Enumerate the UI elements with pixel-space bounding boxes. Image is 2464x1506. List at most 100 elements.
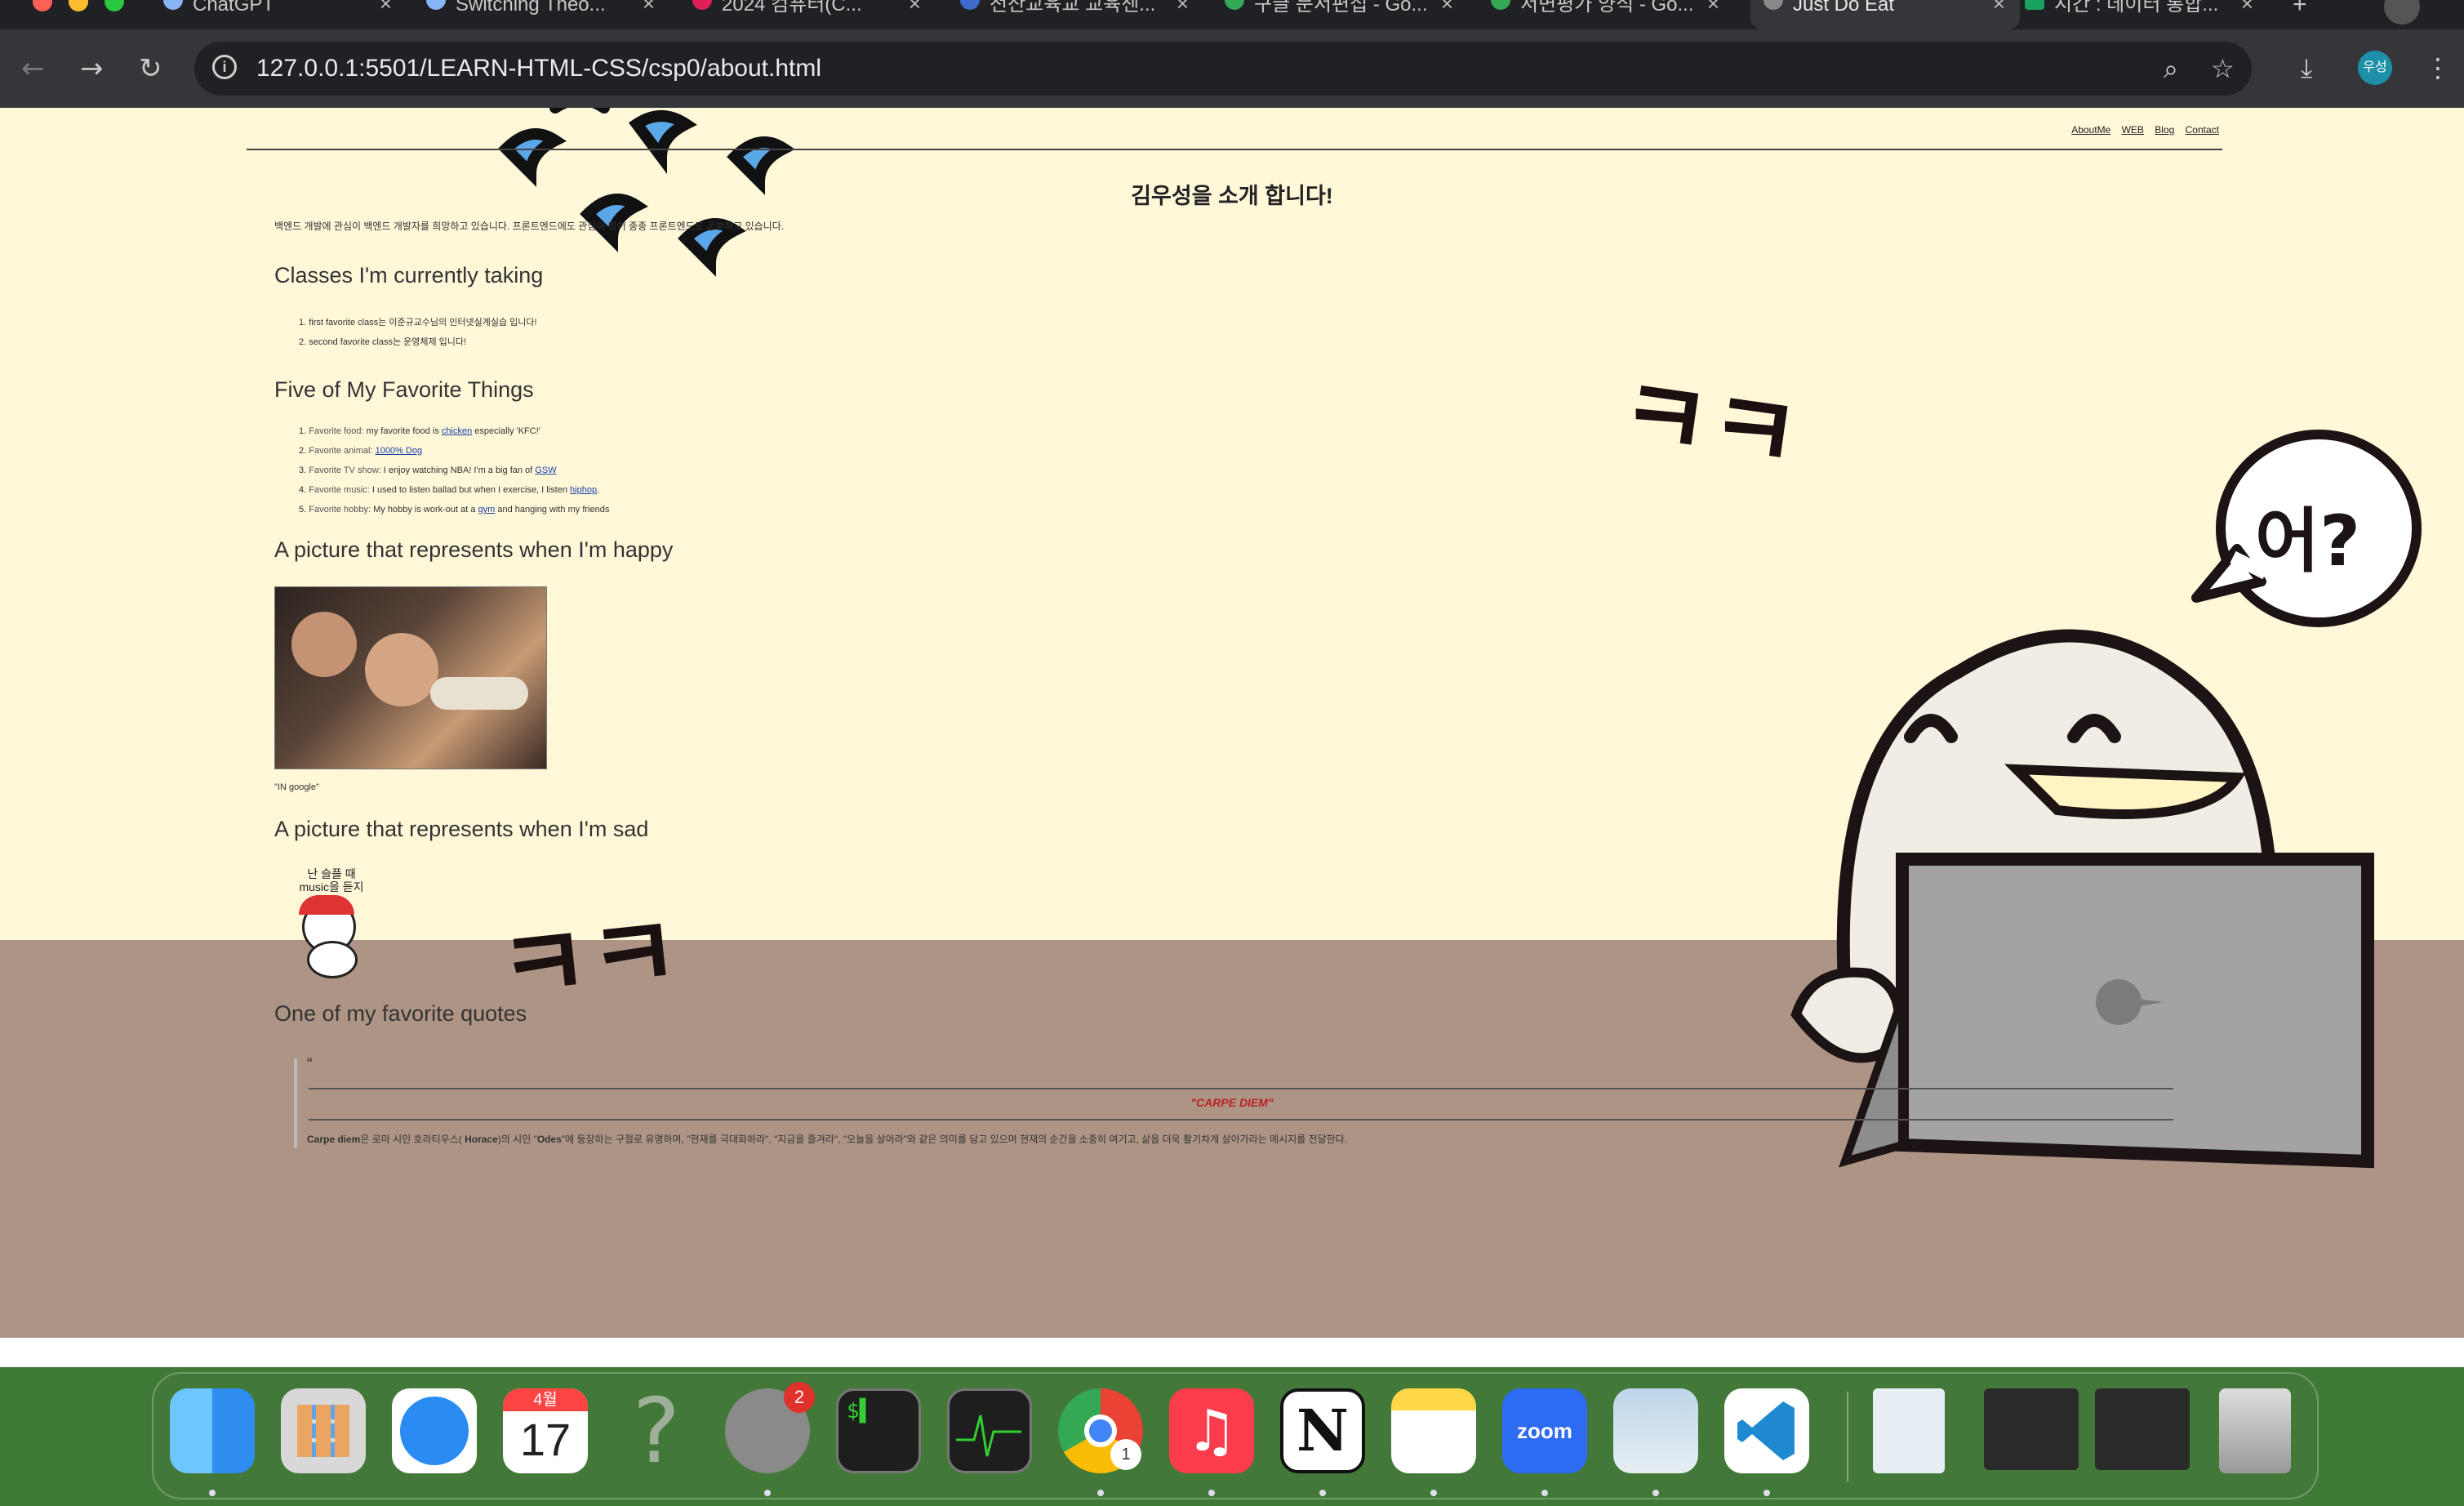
more-menu-icon[interactable]: ⋮ <box>2425 52 2451 83</box>
finder-icon[interactable] <box>170 1388 255 1473</box>
running-indicator <box>1208 1490 1215 1496</box>
bookmark-star-icon[interactable]: ☆ <box>2211 53 2235 84</box>
download-icon[interactable]: ⤓ <box>2301 52 2312 84</box>
tab-evaluation-form[interactable]: 서면평가 양식 - Go... × <box>1491 0 1719 29</box>
tab-chatgpt[interactable]: ChatGPT × <box>163 0 392 29</box>
quote-title: "CARPE DIEM" <box>1190 1096 1274 1109</box>
intro-paragraph: 백엔드 개발에 관심이 백엔드 개발자를 희망하고 있습니다. 프론트엔드에도 … <box>274 221 785 232</box>
calendar-icon[interactable]: 4월 17 <box>503 1388 588 1473</box>
launchpad-icon[interactable] <box>281 1388 366 1473</box>
tab-close-icon[interactable]: × <box>909 0 921 14</box>
web-page: ㅋㅋ ㅋㅋ 어? AboutMe WEB Blog Contact 김우성을 소… <box>0 108 2464 1367</box>
address-bar[interactable]: i 127.0.0.1:5501/LEARN-HTML-CSS/csp0/abo… <box>194 42 2252 96</box>
activity-graph-icon <box>956 1415 1021 1457</box>
page-title: 김우성을 소개 합니다! <box>1131 184 1333 208</box>
sticker-body <box>307 941 358 978</box>
favorite-item: 5. Favorite hobby: My hobby is work-out … <box>299 505 610 515</box>
notion-icon[interactable]: N <box>1280 1388 1365 1473</box>
settings-badge: 2 <box>784 1382 815 1413</box>
tab-education[interactable]: 전산교육교 교육센... × <box>960 0 1189 29</box>
minimize-window-button[interactable] <box>69 0 88 11</box>
nav-link-blog[interactable]: Blog <box>2155 124 2174 136</box>
help-question-icon[interactable]: ? <box>614 1386 699 1476</box>
window-thumbnail-2[interactable] <box>2095 1388 2190 1470</box>
tab-close-icon[interactable]: × <box>380 0 392 14</box>
sad-picture-heading: A picture that represents when I'm sad <box>274 817 649 841</box>
calendar-day: 17 <box>519 1414 572 1465</box>
favorite-link-dog[interactable]: 1000% Dog <box>376 446 423 456</box>
running-indicator <box>209 1490 216 1496</box>
tab-google-docs[interactable]: 구글 문서편집 - Go... × <box>1225 0 1453 29</box>
zoom-icon[interactable]: zoom <box>1502 1388 1587 1473</box>
tab-just-do-eat[interactable]: Just Do Eat × <box>1750 0 2020 29</box>
slack-favicon-icon <box>692 0 712 10</box>
running-indicator <box>1319 1490 1326 1496</box>
browser-toolbar: ← → ↻ i 127.0.0.1:5501/LEARN-HTML-CSS/cs… <box>0 29 2464 108</box>
url-text[interactable]: 127.0.0.1:5501/LEARN-HTML-CSS/csp0/about… <box>256 55 821 82</box>
reload-icon[interactable]: ↻ <box>139 54 162 83</box>
favorite-link-chicken[interactable]: chicken <box>442 426 472 436</box>
tab-switching-theory[interactable]: Switching Theo... × <box>426 0 655 29</box>
page-favicon-icon <box>1763 0 1783 10</box>
favorite-item: 3. Favorite TV show: I enjoy watching NB… <box>299 466 557 475</box>
tab-close-icon[interactable]: × <box>2241 0 2253 14</box>
forward-arrow-icon[interactable]: → <box>80 54 104 83</box>
terminal-icon[interactable]: $▌ <box>836 1388 921 1473</box>
tab-close-icon[interactable]: × <box>1707 0 1719 14</box>
tab-close-icon[interactable]: × <box>643 0 655 14</box>
music-icon[interactable]: ♫ <box>1169 1388 1254 1473</box>
tab-computer[interactable]: 2024 컴퓨터(C... × <box>692 0 921 29</box>
sad-music-sticker: 난 슬플 때 music을 듣지 <box>282 867 380 982</box>
vscode-logo-icon <box>1737 1401 1795 1460</box>
nav-link-contact[interactable]: Contact <box>2186 124 2219 136</box>
back-arrow-icon[interactable]: ← <box>21 54 45 83</box>
favorite-link-gym[interactable]: gym <box>478 505 496 515</box>
macos-dock: 4월 17 ? 2 $▌ 1 ♫ N zoom <box>152 1372 2319 1499</box>
site-info-icon[interactable]: i <box>212 55 237 79</box>
new-tab-button[interactable]: + <box>2293 0 2317 29</box>
zoom-window-button[interactable] <box>105 0 124 11</box>
tab-bar: ChatGPT × Switching Theo... × 2024 컴퓨터(C..… <box>0 0 2464 29</box>
safari-icon[interactable] <box>392 1388 477 1473</box>
quote-rule-bottom <box>309 1119 2173 1121</box>
activity-monitor-icon[interactable] <box>947 1388 1032 1473</box>
nav-link-web[interactable]: WEB <box>2122 124 2144 136</box>
document-icon[interactable] <box>1873 1388 1945 1473</box>
running-indicator <box>1763 1490 1770 1496</box>
class-item: 1. first favorite class는 이준규교수님의 인터넷실계실습… <box>299 318 537 327</box>
notes-icon[interactable] <box>1391 1388 1476 1473</box>
favorite-item: 4. Favorite music: I used to listen ball… <box>299 485 600 495</box>
tab-close-icon[interactable]: × <box>1441 0 1453 14</box>
trash-icon[interactable] <box>2219 1388 2291 1473</box>
preview-icon[interactable] <box>1613 1388 1698 1473</box>
photo-face-center <box>365 633 438 706</box>
class-item: 2. second favorite class는 운영체제 입니다! <box>299 337 467 347</box>
window-thumbnail-1[interactable] <box>1984 1388 2079 1470</box>
google-favicon-icon <box>1225 0 1244 10</box>
tab-close-icon[interactable]: × <box>1993 0 2005 14</box>
google-favicon-icon <box>1491 0 1510 10</box>
favorite-link-hiphop[interactable]: hiphop <box>570 485 597 495</box>
page-favicon-icon <box>960 0 980 10</box>
nav-divider <box>247 149 2222 150</box>
classes-heading: Classes I'm currently taking <box>274 263 544 287</box>
running-indicator <box>764 1490 771 1496</box>
running-indicator <box>1430 1490 1437 1496</box>
page-favicon-icon <box>2025 0 2044 10</box>
tab-search-button[interactable] <box>2384 0 2420 25</box>
page-footer-area <box>0 1338 2464 1367</box>
profile-avatar[interactable]: 우성 <box>2358 51 2392 85</box>
close-window-button[interactable] <box>33 0 52 11</box>
nav-link-aboutme[interactable]: AboutMe <box>2071 124 2110 136</box>
tab-data-integration[interactable]: 시간 : 데이터 통합... × <box>2025 0 2253 29</box>
vscode-icon[interactable] <box>1724 1388 1809 1473</box>
happy-photo <box>274 586 547 769</box>
favorites-heading: Five of My Favorite Things <box>274 377 534 402</box>
zoom-lens-icon[interactable]: ⌕ <box>2164 53 2178 85</box>
favorite-link-gsw[interactable]: GSW <box>535 466 556 475</box>
speech-bubble-text: 어? <box>2255 501 2361 582</box>
favorite-item: 1. Favorite food: my favorite food is ch… <box>299 426 540 436</box>
tab-close-icon[interactable]: × <box>1176 0 1189 14</box>
happy-picture-heading: A picture that represents when I'm happy <box>274 537 674 562</box>
quotes-heading: One of my favorite quotes <box>274 1001 527 1026</box>
